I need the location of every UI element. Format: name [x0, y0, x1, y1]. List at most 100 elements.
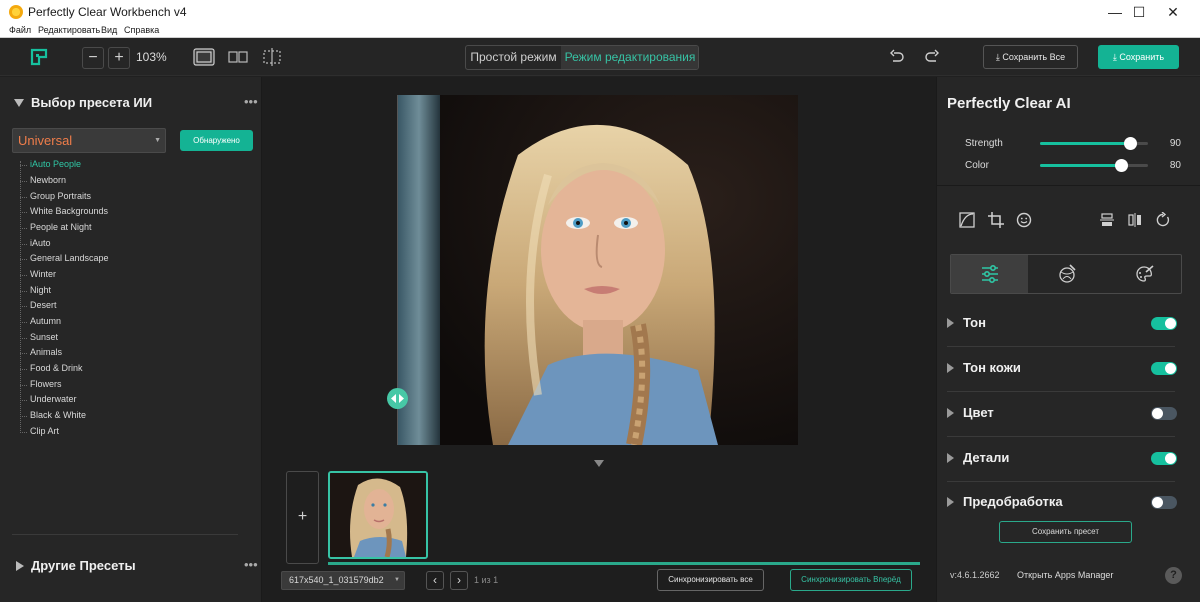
split-handle-icon[interactable] [387, 388, 408, 409]
save-all-button[interactable]: ⤓ Сохранить Все [983, 45, 1078, 69]
strength-slider-thumb[interactable] [1124, 137, 1137, 150]
flip-vertical-icon[interactable] [1099, 212, 1115, 228]
thumbnail[interactable] [328, 471, 428, 559]
strength-slider-fill [1040, 142, 1130, 145]
preset-item[interactable]: Group Portraits [19, 191, 91, 201]
color-slider[interactable] [1040, 159, 1148, 172]
zoom-level[interactable]: 103% [136, 50, 167, 64]
preset-item[interactable]: iAuto [20, 238, 51, 248]
toggle-knob [1165, 453, 1176, 464]
download-icon: ⤓ [995, 52, 1000, 62]
undo-icon[interactable] [889, 49, 905, 65]
color-toggle[interactable] [1151, 407, 1177, 420]
menu-view[interactable]: Вид [101, 25, 117, 35]
collapse-filmstrip-icon[interactable] [594, 460, 604, 467]
preset-item[interactable]: Winter [19, 269, 56, 279]
redo-icon[interactable] [924, 49, 940, 65]
save-button[interactable]: ⤓ Сохранить [1098, 45, 1179, 69]
more-options-icon[interactable]: ••• [244, 94, 258, 109]
edit-mode-tab[interactable]: Режим редактирования [561, 46, 698, 69]
preset-item[interactable]: General Landscape [20, 253, 109, 263]
file-dropdown[interactable]: 617x540_1_031579db2 ▼ [281, 571, 405, 590]
portrait-photo[interactable] [398, 95, 798, 445]
close-button[interactable]: ✕ [1150, 0, 1196, 24]
section-label: Тон [963, 315, 986, 330]
section-color[interactable]: Цвет [947, 404, 1177, 424]
preset-item[interactable]: Newborn [19, 175, 66, 185]
section-details[interactable]: Детали [947, 449, 1177, 469]
split-view-icon[interactable] [227, 48, 249, 66]
strength-slider[interactable] [1040, 137, 1148, 150]
preset-dropdown[interactable]: Universal ▼ [12, 128, 166, 153]
perfectly-clear-logo-icon [30, 48, 48, 66]
crop-icon[interactable] [988, 212, 1004, 228]
preset-item[interactable]: Desert [20, 300, 57, 310]
expand-triangle-icon [947, 497, 954, 507]
ai-preset-title: Выбор пресета ИИ [31, 95, 153, 110]
single-view-icon[interactable] [193, 48, 215, 66]
divider [937, 185, 1200, 186]
apps-manager-link[interactable]: Открыть Apps Manager [1017, 570, 1113, 580]
color-slider-thumb[interactable] [1115, 159, 1128, 172]
flip-horizontal-icon[interactable] [1127, 212, 1143, 228]
window-title: Perfectly Clear Workbench v4 [28, 5, 187, 19]
section-tone[interactable]: Тон [947, 314, 1177, 334]
tab-retouch[interactable] [1105, 255, 1181, 293]
preset-dropdown-value: Universal [18, 133, 73, 148]
divider [947, 346, 1175, 347]
expand-triangle-icon [947, 318, 954, 328]
preprocessing-toggle[interactable] [1151, 496, 1177, 509]
section-preprocessing[interactable]: Предобработка [947, 493, 1177, 513]
expand-triangle-icon[interactable] [16, 561, 24, 571]
filmstrip-scrollbar[interactable] [328, 562, 920, 565]
preset-item[interactable]: People at Night [20, 222, 92, 232]
preset-item[interactable]: Flowers [20, 379, 62, 389]
palette-brush-icon [1135, 265, 1154, 282]
save-label: Сохранить [1119, 52, 1165, 62]
preset-item[interactable]: Night [19, 285, 51, 295]
preset-item[interactable]: White Backgrounds [19, 206, 108, 216]
preset-item[interactable]: Black & White [19, 410, 86, 420]
menu-help[interactable]: Справка [124, 25, 159, 35]
compare-view-icon[interactable] [261, 48, 283, 66]
add-image-button[interactable]: + [286, 471, 319, 564]
tone-toggle[interactable] [1151, 317, 1177, 330]
divider [947, 481, 1175, 482]
help-icon[interactable]: ? [1165, 567, 1182, 584]
left-panel: Выбор пресета ИИ ••• Universal ▼ Обнаруж… [0, 77, 262, 602]
preset-item[interactable]: Food & Drink [20, 363, 83, 373]
preset-item[interactable]: Autumn [19, 316, 61, 326]
save-preset-button[interactable]: Сохранить пресет [999, 521, 1132, 543]
zoom-in-button[interactable]: + [108, 47, 130, 69]
preset-item[interactable]: iAuto People [19, 159, 81, 169]
menu-edit[interactable]: Редактировать [38, 25, 100, 35]
next-image-button[interactable]: › [450, 571, 468, 590]
tab-looks[interactable] [1028, 255, 1105, 293]
prev-image-button[interactable]: ‹ [426, 571, 444, 590]
preset-tree-line [20, 161, 21, 433]
skin-tone-toggle[interactable] [1151, 362, 1177, 375]
sync-forward-button[interactable]: Синхронизировать Вперёд [790, 569, 912, 591]
face-icon[interactable] [1016, 212, 1032, 228]
app-logo-icon [9, 5, 23, 19]
download-icon: ⤓ [1112, 52, 1117, 62]
simple-mode-tab[interactable]: Простой режим [466, 46, 561, 69]
tab-adjustments[interactable] [951, 255, 1028, 293]
sync-all-button[interactable]: Синхронизировать все [657, 569, 764, 591]
other-presets-title[interactable]: Другие Пресеты [31, 558, 136, 573]
preset-item[interactable]: Clip Art [19, 426, 59, 436]
preset-item[interactable]: Sunset [19, 332, 58, 342]
strength-value: 90 [1169, 138, 1181, 149]
section-label: Тон кожи [963, 360, 1021, 375]
rotate-icon[interactable] [1155, 212, 1171, 228]
menu-file[interactable]: Файл [9, 25, 31, 35]
preset-item[interactable]: Underwater [20, 394, 77, 404]
detected-button[interactable]: Обнаружено [180, 130, 253, 151]
details-toggle[interactable] [1151, 452, 1177, 465]
preset-item[interactable]: Animals [19, 347, 62, 357]
curves-icon[interactable] [959, 212, 975, 228]
section-skin-tone[interactable]: Тон кожи [947, 359, 1177, 379]
zoom-out-button[interactable]: − [82, 47, 104, 69]
more-options-icon[interactable]: ••• [244, 557, 258, 572]
collapse-triangle-icon[interactable] [14, 99, 24, 107]
